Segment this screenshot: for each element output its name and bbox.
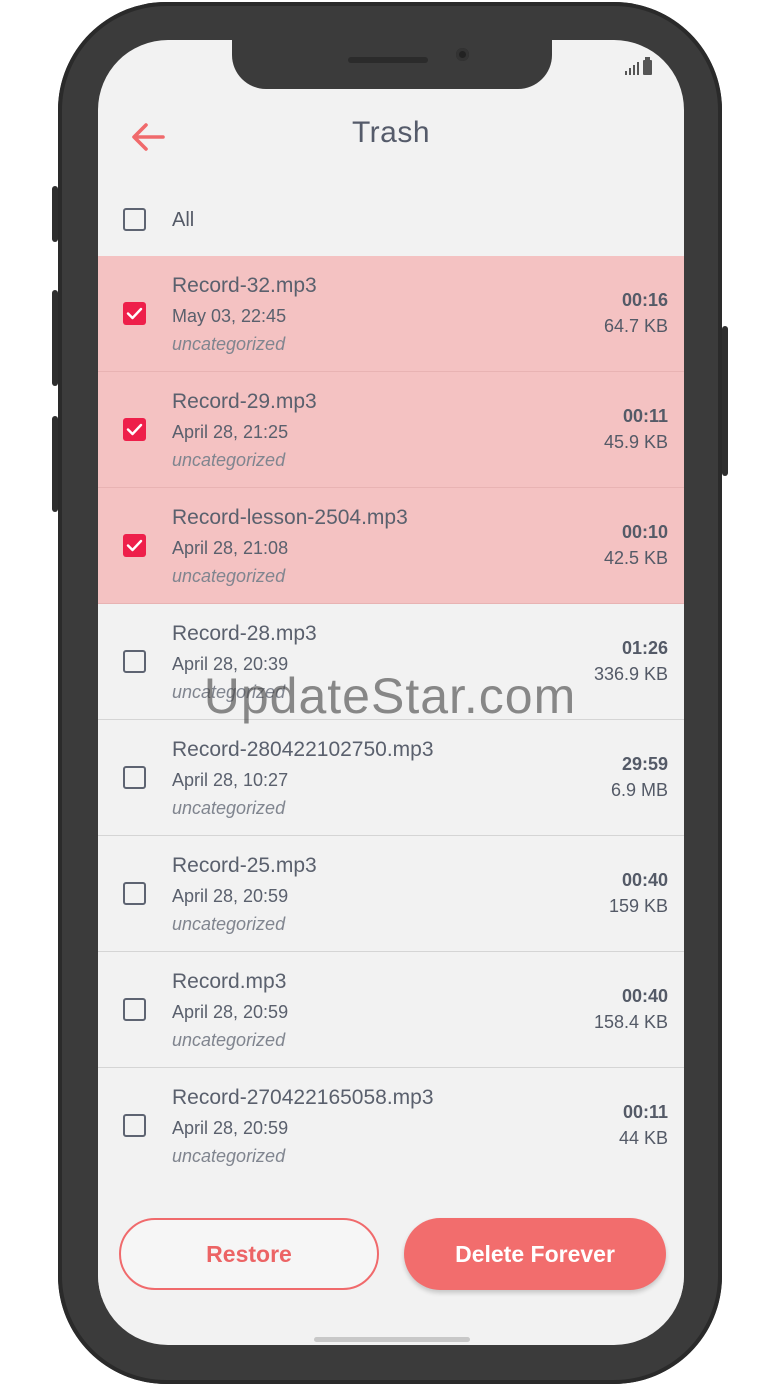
record-date: April 28, 20:39 bbox=[172, 654, 289, 674]
home-indicator bbox=[314, 1337, 470, 1342]
record-name: Record-32.mp3 bbox=[172, 274, 317, 297]
row-checkbox[interactable] bbox=[123, 534, 146, 557]
action-bar: Restore Delete Forever bbox=[98, 1218, 684, 1298]
record-duration: 01:26 bbox=[621, 638, 668, 658]
record-date: April 28, 21:25 bbox=[172, 422, 289, 442]
check-icon bbox=[126, 423, 143, 436]
record-duration: 00:40 bbox=[621, 986, 668, 1006]
record-date: April 28, 20:59 bbox=[172, 886, 289, 906]
battery-icon bbox=[643, 57, 652, 75]
signal-icon bbox=[625, 61, 639, 75]
record-name: Record-280422102750.mp3 bbox=[172, 738, 434, 761]
row-checkbox[interactable] bbox=[123, 650, 146, 673]
record-size: 42.5 KB bbox=[603, 548, 668, 568]
list-item[interactable]: Record-280422102750.mp3 April 28, 10:27 … bbox=[98, 720, 684, 836]
side-button-left-2 bbox=[52, 290, 58, 386]
record-category: uncategorized bbox=[172, 1030, 286, 1050]
record-category: uncategorized bbox=[172, 798, 286, 818]
list-item[interactable]: Record-lesson-2504.mp3 April 28, 21:08 u… bbox=[98, 488, 684, 604]
record-size: 64.7 KB bbox=[603, 316, 668, 336]
delete-forever-button[interactable]: Delete Forever bbox=[404, 1218, 666, 1290]
record-size: 45.9 KB bbox=[603, 432, 668, 452]
record-duration: 00:10 bbox=[621, 522, 668, 542]
side-button-right bbox=[722, 326, 728, 476]
select-all-checkbox[interactable] bbox=[123, 208, 146, 231]
record-category: uncategorized bbox=[172, 682, 286, 702]
record-date: April 28, 21:08 bbox=[172, 538, 289, 558]
record-date: April 28, 10:27 bbox=[172, 770, 289, 790]
row-checkbox[interactable] bbox=[123, 882, 146, 905]
list-item[interactable]: Record-270422165058.mp3 April 28, 20:59 … bbox=[98, 1068, 684, 1184]
record-name: Record-lesson-2504.mp3 bbox=[172, 506, 408, 529]
record-category: uncategorized bbox=[172, 914, 286, 934]
record-duration: 00:11 bbox=[622, 406, 668, 426]
record-name: Record-25.mp3 bbox=[172, 854, 317, 877]
side-button-left-3 bbox=[52, 416, 58, 512]
list-item[interactable]: Record-29.mp3 April 28, 21:25 uncategori… bbox=[98, 372, 684, 488]
check-icon bbox=[126, 307, 143, 320]
page-title: Trash bbox=[351, 116, 431, 149]
row-checkbox[interactable] bbox=[123, 418, 146, 441]
record-name: Record-29.mp3 bbox=[172, 390, 317, 413]
row-checkbox[interactable] bbox=[123, 302, 146, 325]
restore-button[interactable]: Restore bbox=[119, 1218, 379, 1290]
speaker bbox=[348, 57, 428, 63]
list-item[interactable]: Record-32.mp3 May 03, 22:45 uncategorize… bbox=[98, 256, 684, 372]
record-date: May 03, 22:45 bbox=[172, 306, 287, 326]
select-all-label: All bbox=[172, 209, 195, 231]
record-size: 6.9 MB bbox=[610, 780, 668, 800]
check-icon bbox=[126, 539, 143, 552]
record-name: Record-28.mp3 bbox=[172, 622, 317, 645]
list-item[interactable]: Record-25.mp3 April 28, 20:59 uncategori… bbox=[98, 836, 684, 952]
list-item[interactable]: Record-28.mp3 April 28, 20:39 uncategori… bbox=[98, 604, 684, 720]
record-size: 336.9 KB bbox=[593, 664, 668, 684]
record-name: Record.mp3 bbox=[172, 970, 287, 993]
select-all-row[interactable]: All bbox=[98, 193, 684, 243]
row-checkbox[interactable] bbox=[123, 1114, 146, 1137]
row-checkbox[interactable] bbox=[123, 766, 146, 789]
list-item[interactable]: Record.mp3 April 28, 20:59 uncategorized… bbox=[98, 952, 684, 1068]
record-list: Record-32.mp3 May 03, 22:45 uncategorize… bbox=[98, 256, 684, 1184]
record-size: 159 KB bbox=[608, 896, 668, 916]
record-date: April 28, 20:59 bbox=[172, 1002, 289, 1022]
record-category: uncategorized bbox=[172, 566, 286, 586]
record-size: 158.4 KB bbox=[593, 1012, 668, 1032]
camera bbox=[456, 48, 469, 61]
record-size: 44 KB bbox=[618, 1128, 668, 1148]
record-duration: 00:16 bbox=[621, 290, 668, 310]
row-checkbox[interactable] bbox=[123, 998, 146, 1021]
record-duration: 00:40 bbox=[621, 870, 668, 890]
record-duration: 00:11 bbox=[622, 1102, 668, 1122]
phone-mockup: Trash All Record-32.mp3 May 03, 22:45 un… bbox=[52, 0, 728, 1386]
record-name: Record-270422165058.mp3 bbox=[172, 1086, 434, 1109]
record-category: uncategorized bbox=[172, 1146, 286, 1166]
record-category: uncategorized bbox=[172, 450, 286, 470]
side-button-left-1 bbox=[52, 186, 58, 242]
record-category: uncategorized bbox=[172, 334, 286, 354]
app-header: Trash bbox=[98, 108, 684, 168]
status-bar bbox=[625, 57, 652, 75]
record-date: April 28, 20:59 bbox=[172, 1118, 289, 1138]
notch bbox=[232, 40, 552, 89]
record-duration: 29:59 bbox=[621, 754, 668, 774]
app-screen: Trash All Record-32.mp3 May 03, 22:45 un… bbox=[98, 40, 684, 1345]
